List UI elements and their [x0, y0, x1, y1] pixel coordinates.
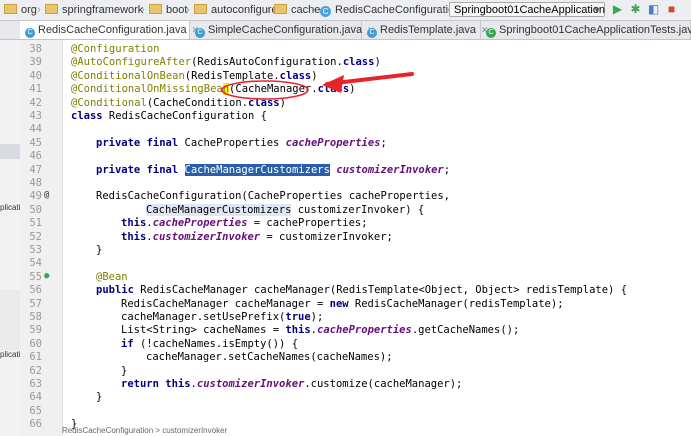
red-circle-annotation: [221, 80, 309, 100]
red-arrow-head: [322, 75, 344, 93]
status-hint: RedisCacheConfiguration > customizerInvo…: [62, 426, 228, 435]
annotation-overlay: [221, 72, 414, 100]
